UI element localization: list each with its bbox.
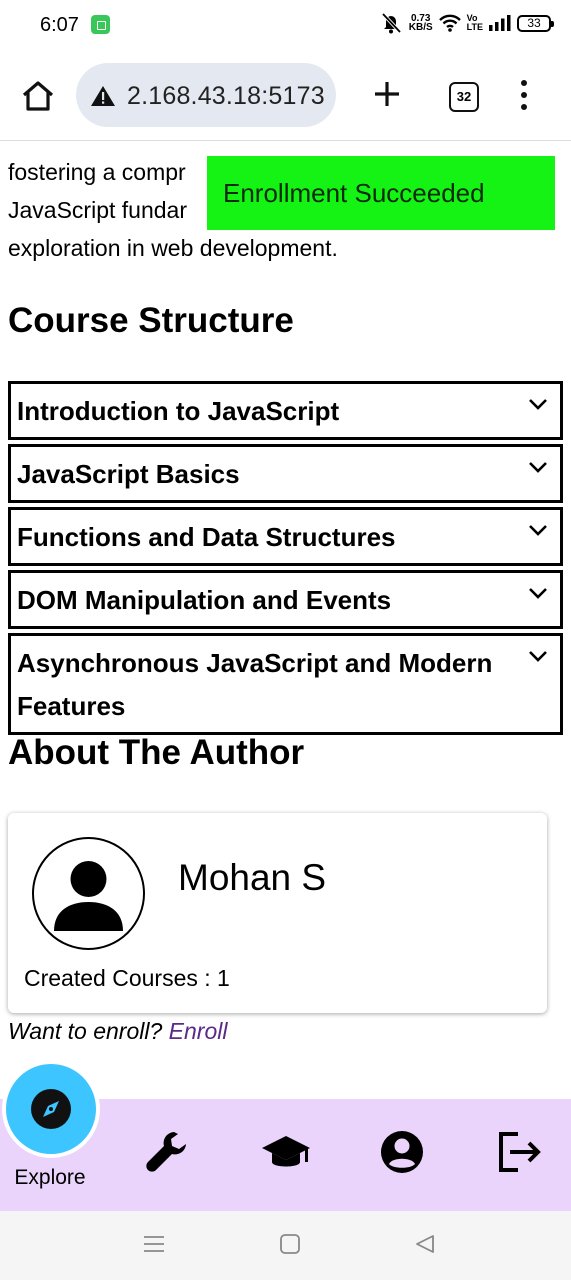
address-bar[interactable]: 2.168.43.18:5173 [76, 63, 336, 127]
module-item[interactable]: Functions and Data Structures [8, 507, 563, 566]
signal-icon [489, 15, 511, 31]
not-secure-warning-icon [91, 86, 115, 106]
explore-label: Explore [14, 1166, 86, 1189]
module-title: DOM Manipulation and Events [17, 585, 392, 615]
enroll-prompt-text: Want to enroll? [8, 1018, 163, 1044]
page-content: fostering a compr JavaScript fundar expl… [0, 141, 571, 1099]
volte-indicator: Vo LTE [467, 14, 483, 32]
chevron-down-icon [529, 588, 547, 599]
browser-toolbar: 2.168.43.18:5173 32 [0, 52, 571, 141]
module-item[interactable]: Introduction to JavaScript [8, 381, 563, 440]
course-structure-heading: Course Structure [8, 301, 294, 340]
battery-icon: 33 [517, 14, 554, 32]
enroll-prompt: Want to enroll? Enroll [8, 1018, 227, 1045]
course-modules-accordion: Introduction to JavaScript JavaScript Ba… [8, 381, 563, 735]
menu-dot-icon [521, 104, 527, 110]
created-courses-count: Created Courses : 1 [24, 965, 230, 991]
wrench-icon[interactable] [144, 1128, 192, 1176]
description-line: exploration in web development. [8, 235, 338, 261]
recent-apps-icon [144, 1236, 164, 1252]
person-icon [54, 861, 123, 931]
enroll-link[interactable]: Enroll [169, 1018, 228, 1044]
chevron-down-icon [529, 525, 547, 536]
chevron-down-icon [529, 651, 547, 662]
back-button[interactable] [414, 1233, 436, 1260]
browser-menu-button[interactable] [516, 80, 532, 112]
wifi-icon [438, 14, 461, 32]
explore-button[interactable] [2, 1060, 100, 1158]
new-tab-button[interactable] [370, 77, 404, 111]
home-system-button[interactable] [279, 1233, 301, 1260]
tab-switcher-button[interactable]: 32 [449, 82, 479, 112]
back-triangle-icon [416, 1235, 434, 1253]
module-item[interactable]: JavaScript Basics [8, 444, 563, 503]
module-item[interactable]: DOM Manipulation and Events [8, 570, 563, 629]
logout-icon[interactable] [496, 1128, 544, 1176]
enrollment-toast: Enrollment Succeeded [207, 156, 555, 230]
compass-icon [31, 1089, 71, 1129]
author-card: Mohan S Created Courses : 1 [8, 813, 547, 1013]
home-button[interactable] [20, 78, 56, 114]
net-speed-unit: KB/S [408, 22, 433, 33]
home-icon [22, 81, 54, 111]
avatar [32, 837, 145, 950]
about-author-heading: About The Author [8, 733, 305, 772]
status-time: 6:07 [40, 14, 79, 36]
url-text: 2.168.43.18:5173 [127, 82, 325, 110]
module-title: Introduction to JavaScript [17, 396, 340, 426]
square-icon [280, 1234, 300, 1254]
explore-nav-item[interactable]: Explore [0, 1060, 106, 1200]
recent-apps-button[interactable] [143, 1233, 165, 1260]
status-bar: 6:07 0.73 KB/S Vo LTE 33 [0, 0, 571, 52]
chevron-down-icon [529, 399, 547, 410]
plus-icon [375, 82, 399, 106]
mute-icon [379, 12, 403, 34]
account-icon[interactable] [378, 1128, 426, 1176]
app-notification-icon [91, 15, 110, 34]
module-title: Functions and Data Structures [17, 522, 396, 552]
net-speed: 0.73 KB/S [408, 14, 433, 33]
module-item[interactable]: Asynchronous JavaScript and Modern Featu… [8, 633, 563, 735]
menu-dot-icon [521, 92, 527, 98]
status-icons: 0.73 KB/S Vo LTE 33 [379, 12, 554, 34]
menu-dot-icon [521, 80, 527, 86]
module-title: JavaScript Basics [17, 459, 240, 489]
graduation-cap-icon[interactable] [260, 1128, 310, 1176]
volte-bottom: LTE [466, 22, 483, 32]
module-title: Asynchronous JavaScript and Modern Featu… [17, 648, 493, 721]
chevron-down-icon [529, 462, 547, 473]
author-name: Mohan S [178, 857, 327, 898]
system-navigation-bar [0, 1211, 571, 1280]
